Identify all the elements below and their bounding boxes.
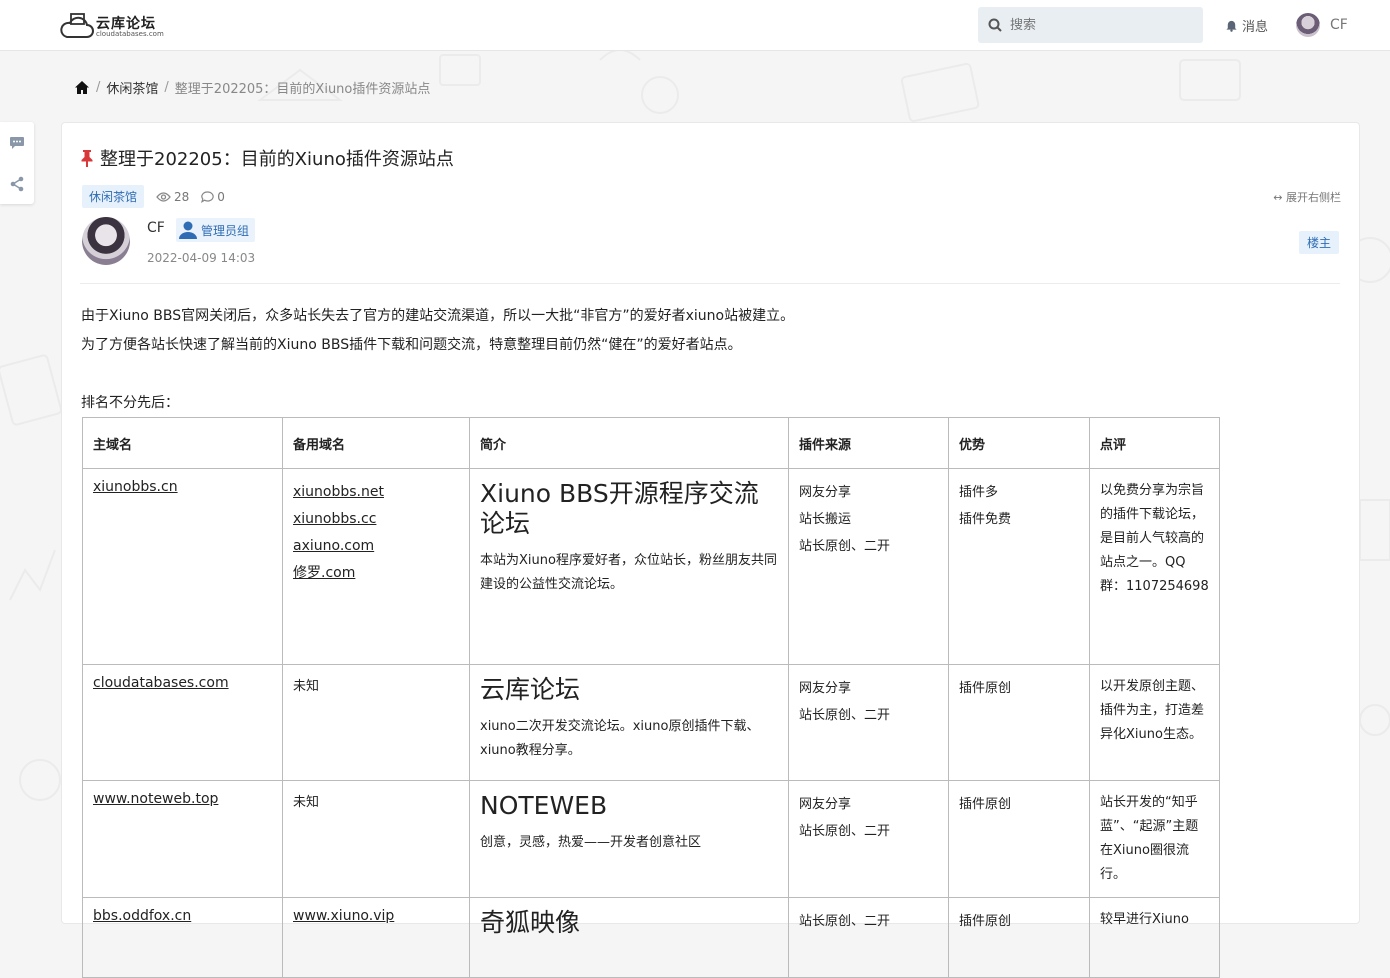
advantage-item: 插件原创 <box>959 681 1012 696</box>
site-logo[interactable]: 云库论坛 cloudatabases.com <box>60 11 170 41</box>
thread-card: 整理于202205：目前的Xiuno插件资源站点 休闲茶馆 28 0 ↔ 展开右… <box>61 122 1360 978</box>
intro-desc: xiuno二次开发交流论坛。xiuno原创插件下载、xiuno教程分享。 <box>480 719 760 758</box>
alt-domain-link[interactable]: 修罗.com <box>293 560 459 587</box>
advantage-item: 插件多 <box>959 485 999 500</box>
review-text: 较早进行Xiuno <box>1089 897 1220 978</box>
breadcrumb-current: 整理于202205：目前的Xiuno插件资源站点 <box>174 82 431 97</box>
messages-link[interactable]: 消息 <box>1225 16 1268 35</box>
chat-icon <box>10 136 24 149</box>
main-domain-link[interactable]: cloudatabases.com <box>93 675 229 691</box>
share-button[interactable] <box>0 163 34 204</box>
logo-subtext: cloudatabases.com <box>96 30 164 38</box>
eye-icon <box>156 191 171 202</box>
alt-domain-text: 未知 <box>282 780 470 898</box>
alt-domain-link[interactable]: axiuno.com <box>293 533 459 560</box>
main-domain-link[interactable]: xiunobbs.cn <box>93 479 178 495</box>
source-item: 网友分享 <box>799 797 852 812</box>
source-item: 站长原创、二开 <box>799 824 891 839</box>
main-domain-link[interactable]: www.noteweb.top <box>93 791 218 807</box>
source-item: 站长原创、二开 <box>799 708 891 723</box>
source-item: 站长原创、二开 <box>799 539 891 554</box>
alt-domain-link[interactable]: xiunobbs.cc <box>293 506 459 533</box>
col-header-alt-domain: 备用域名 <box>282 417 470 469</box>
expand-sidebar-button[interactable]: ↔ 展开右侧栏 <box>1273 189 1341 205</box>
share-icon <box>10 176 24 191</box>
expand-arrows-icon: ↔ <box>1273 191 1283 204</box>
search-input[interactable] <box>1008 16 1192 34</box>
breadcrumb-separator: / <box>164 80 169 95</box>
thread-meta: 休闲茶馆 28 0 <box>82 185 225 208</box>
advantage-item: 插件原创 <box>959 914 1012 929</box>
source-item: 站长原创、二开 <box>799 914 891 929</box>
alt-domain-link[interactable]: www.xiuno.vip <box>293 908 394 924</box>
review-text: 站长开发的“知乎蓝”、“起源”主题在Xiuno圈很流行。 <box>1089 780 1220 898</box>
intro-desc: 创意，灵感，热爱——开发者创意社区 <box>480 835 702 850</box>
pin-icon <box>81 150 93 167</box>
expand-label: 展开右侧栏 <box>1286 191 1341 204</box>
views-value: 28 <box>174 189 190 204</box>
col-header-advantage: 优势 <box>948 417 1090 469</box>
author-name[interactable]: CF <box>147 220 165 236</box>
thread-title: 整理于202205：目前的Xiuno插件资源站点 <box>80 145 454 171</box>
advantage-item: 插件免费 <box>959 512 1012 527</box>
breadcrumb: / 休闲茶馆 / 整理于202205：目前的Xiuno插件资源站点 <box>74 78 430 97</box>
search-box[interactable] <box>978 7 1203 43</box>
alt-domain-text: 未知 <box>282 664 470 781</box>
table-row: cloudatabases.com 未知 云库论坛 xiuno二次开发交流论坛。… <box>82 664 1220 781</box>
cloud-logo-icon <box>60 13 94 38</box>
chat-button[interactable] <box>0 122 34 163</box>
user-menu[interactable]: CF <box>1296 13 1348 37</box>
forum-tag[interactable]: 休闲茶馆 <box>82 185 145 208</box>
side-toolbar <box>0 122 34 204</box>
username: CF <box>1330 17 1348 33</box>
role-label: 管理员组 <box>201 223 250 238</box>
intro-title: 云库论坛 <box>480 675 581 704</box>
messages-label: 消息 <box>1242 20 1269 35</box>
source-item: 站长搬运 <box>799 512 852 527</box>
intro-title: NOTEWEB <box>480 791 608 820</box>
post-paragraph-3: 排名不分先后： <box>81 395 179 411</box>
breadcrumb-separator: / <box>96 80 101 95</box>
owner-tag: 楼主 <box>1298 231 1339 254</box>
breadcrumb-forum-link[interactable]: 休闲茶馆 <box>106 78 158 97</box>
intro-title: 奇狐映像 <box>480 908 581 937</box>
source-item: 网友分享 <box>799 681 852 696</box>
table-row: www.noteweb.top 未知 NOTEWEB 创意，灵感，热爱——开发者… <box>82 780 1220 898</box>
divider <box>80 283 1340 284</box>
avatar <box>1296 13 1320 37</box>
col-header-review: 点评 <box>1089 417 1220 469</box>
replies-value: 0 <box>217 189 225 204</box>
review-text: 以开发原创主题、插件为主，打造差异化Xiuno生态。 <box>1089 664 1220 781</box>
user-icon <box>179 221 197 239</box>
bell-icon <box>1226 20 1237 32</box>
alt-domain-link[interactable]: xiunobbs.net <box>293 479 459 506</box>
post-paragraph-1: 由于Xiuno BBS官网关闭后，众多站长失去了官方的建站交流渠道，所以一大批“… <box>81 308 795 324</box>
table-header-row: 主域名 备用域名 简介 插件来源 优势 点评 <box>82 417 1220 469</box>
table-row: bbs.oddfox.cn www.xiuno.vip 奇狐映像 站长原创、二开… <box>82 897 1220 978</box>
col-header-source: 插件来源 <box>788 417 949 469</box>
col-header-intro: 简介 <box>469 417 789 469</box>
post-date: 2022-04-09 14:03 <box>147 251 256 265</box>
main-domain-link[interactable]: bbs.oddfox.cn <box>93 908 191 924</box>
replies-count: 0 <box>201 190 225 204</box>
table-row: xiunobbs.cn xiunobbs.net xiunobbs.cc axi… <box>82 468 1220 665</box>
site-table: 主域名 备用域名 简介 插件来源 优势 点评 xiunobbs.cn xiuno… <box>82 417 1220 978</box>
intro-desc: 本站为Xiuno程序爱好者，众位站长，粉丝朋友共同建设的公益性交流论坛。 <box>480 553 777 592</box>
views-count: 28 <box>156 190 189 204</box>
review-text: 以免费分享为宗旨的插件下载论坛，是目前人气较高的站点之一。QQ群：1107254… <box>1089 468 1220 665</box>
source-item: 网友分享 <box>799 485 852 500</box>
comment-icon <box>201 190 214 203</box>
home-icon[interactable] <box>74 80 90 95</box>
top-navbar: 云库论坛 cloudatabases.com 消息 CF <box>0 0 1390 51</box>
advantage-item: 插件原创 <box>959 797 1012 812</box>
role-badge: 管理员组 <box>176 218 256 242</box>
col-header-main-domain: 主域名 <box>82 417 283 469</box>
search-icon <box>988 18 1002 32</box>
author-avatar[interactable] <box>82 217 130 265</box>
intro-title: Xiuno BBS开源程序交流论坛 <box>480 479 759 538</box>
thread-title-text: 整理于202205：目前的Xiuno插件资源站点 <box>100 149 454 170</box>
post-paragraph-2: 为了方便各站长快速了解当前的Xiuno BBS插件下载和问题交流，特意整理目前仍… <box>81 337 742 353</box>
